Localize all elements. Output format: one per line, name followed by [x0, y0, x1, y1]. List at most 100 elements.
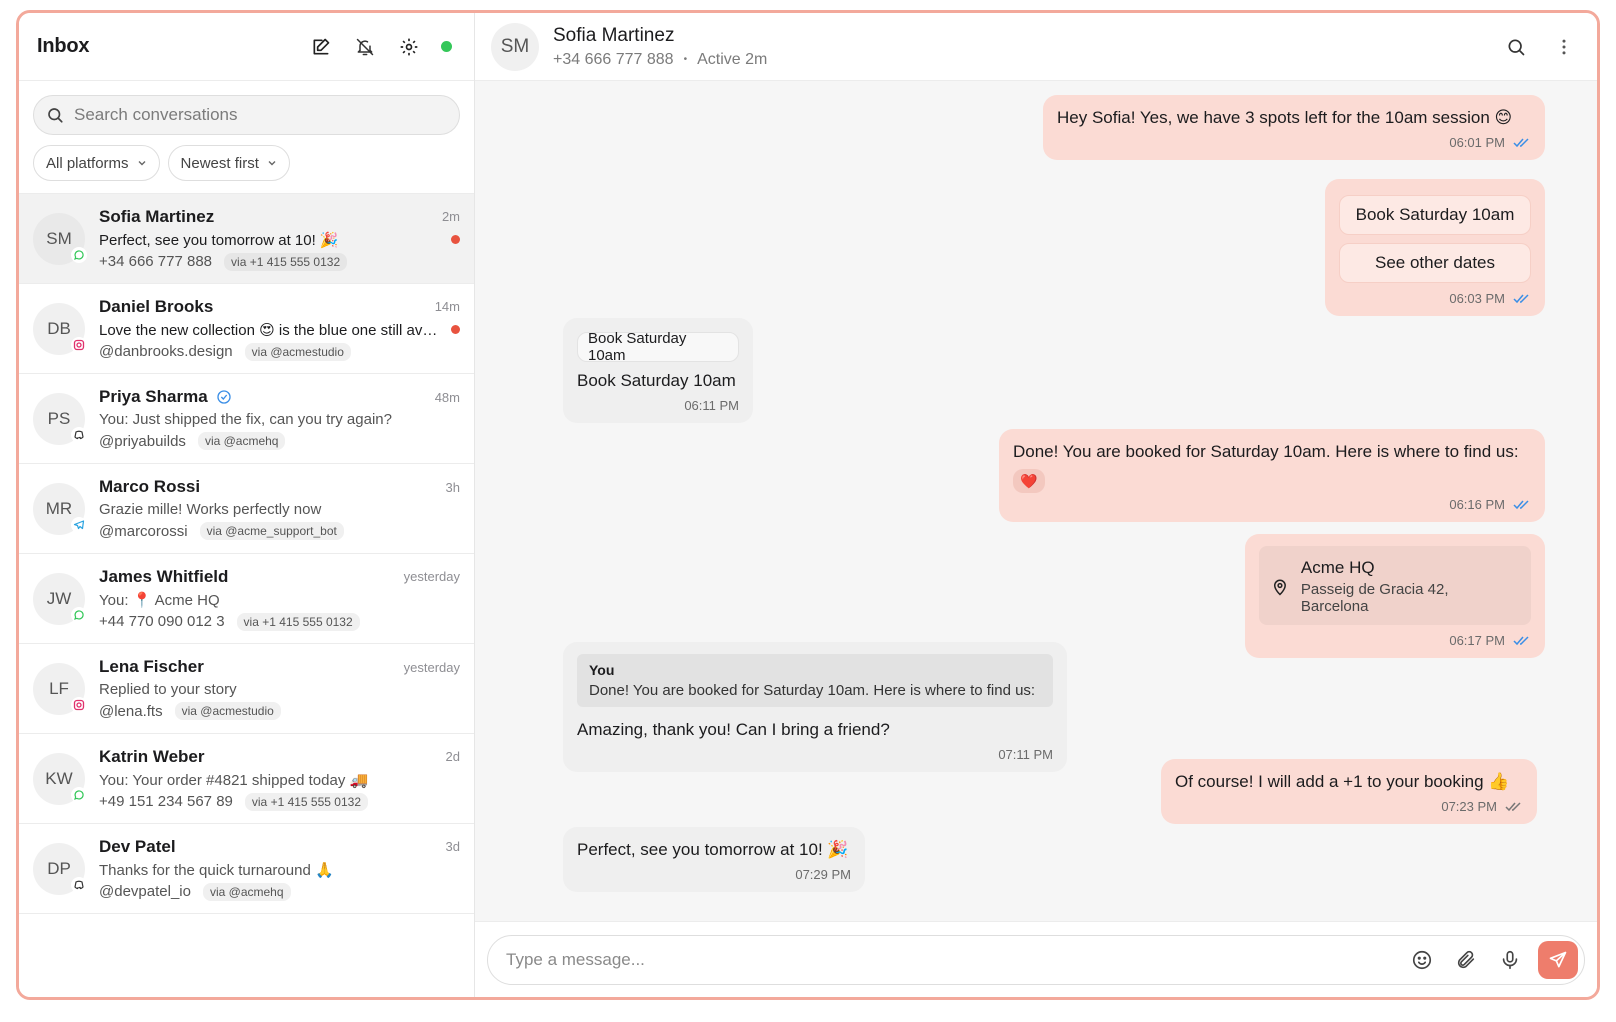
location-details: Acme HQ Passeig de Gracia 42, Barcelona: [1301, 558, 1519, 615]
whatsapp-icon: [71, 606, 87, 623]
contact-handle: @danbrooks.design: [99, 343, 233, 360]
message-preview: Love the new collection 😍 is the blue on…: [99, 321, 443, 339]
conversation-meta-row: @lena.fts via @acmestudio: [99, 702, 460, 720]
message-preview: Thanks for the quick turnaround 🙏: [99, 861, 334, 879]
message-meta: 06:17 PM: [1259, 633, 1531, 648]
separator-dot: •: [683, 54, 688, 65]
chevron-down-icon: [138, 161, 146, 166]
channel-badge: via +1 415 555 0132: [236, 612, 360, 631]
contact-handle: @devpatel_io: [99, 883, 191, 900]
conversation-item[interactable]: LF Lena Fischer yesterday Replied to your s…: [19, 644, 474, 734]
search-box[interactable]: [33, 95, 460, 135]
message-text: Done! You are booked for Saturday 10am. …: [1013, 442, 1519, 461]
contact-handle: +34 666 777 888: [99, 253, 213, 270]
conversation-item[interactable]: DP Dev Patel 3d Thanks for the quick turnar…: [19, 824, 474, 914]
message-thread: Hey Sofia! Yes, we have 3 spots left for…: [475, 81, 1597, 921]
chat-header: SM Sofia Martinez +34 666 777 888 • Acti…: [475, 13, 1597, 81]
contact-status: Active 2m: [697, 50, 768, 68]
avatar: DP: [33, 842, 87, 895]
compose-icon: [313, 38, 330, 55]
sort-dropdown[interactable]: Newest first: [167, 145, 290, 181]
search-chat-button[interactable]: [1501, 32, 1531, 62]
location-card[interactable]: Acme HQ Passeig de Gracia 42, Barcelona: [1259, 546, 1531, 625]
mute-notifications-button[interactable]: [351, 33, 379, 61]
conversation-item[interactable]: JW James Whitfield yesterday You: 📍 Acme HQ…: [19, 554, 474, 644]
message-outgoing-quick-replies: Book Saturday 10am See other dates 06:03…: [1325, 179, 1545, 316]
emoji-button[interactable]: [1406, 944, 1438, 976]
conversation-preview-row: Thanks for the quick turnaround 🙏: [99, 861, 460, 879]
message-input[interactable]: [506, 949, 1394, 970]
avatar: SM: [33, 212, 87, 265]
send-button[interactable]: [1538, 940, 1578, 979]
conversation-item[interactable]: KW Katrin Weber 2d You: Your order #4821 sh…: [19, 734, 474, 824]
attach-button[interactable]: [1450, 944, 1482, 976]
search-icon: [1508, 39, 1525, 55]
message-text: Amazing, thank you! Can I bring a friend…: [577, 720, 890, 739]
microphone-icon: [1502, 950, 1518, 969]
conversation-details: Daniel Brooks 14m Love the new collection …: [99, 297, 460, 361]
reply-quote-text: Done! You are booked for Saturday 10am. …: [589, 682, 1036, 699]
message-meta: 07:11 PM: [577, 747, 1053, 762]
platform-filter-dropdown[interactable]: All platforms: [33, 145, 160, 181]
reply-quote-author: You: [589, 662, 615, 678]
conversation-item[interactable]: MR Marco Rossi 3h Grazie mille! Works perfe…: [19, 464, 474, 554]
message-text: Of course! I will add a +1 to your booki…: [1175, 772, 1510, 791]
reply-quote[interactable]: You Done! You are booked for Saturday 10…: [577, 654, 1053, 707]
conversation-header: Priya Sharma 48m: [99, 387, 460, 407]
sort-label: Newest first: [180, 154, 259, 172]
settings-button[interactable]: [395, 33, 423, 61]
conversation-header: Daniel Brooks 14m: [99, 297, 460, 317]
conversation-meta-row: @danbrooks.design via @acmestudio: [99, 342, 460, 361]
message-incoming: Book Saturday 10am Book Saturday 10am 06…: [563, 318, 753, 423]
bell-off-icon: [356, 38, 374, 55]
message-outgoing: Done! You are booked for Saturday 10am. …: [999, 429, 1545, 522]
avatar: DB: [33, 302, 87, 355]
paperclip-icon: [1457, 950, 1475, 968]
composer-box[interactable]: [487, 934, 1585, 985]
message-meta: 06:03 PM: [1339, 291, 1531, 306]
avatar-initials: MR: [45, 498, 73, 518]
conversation-item[interactable]: PS Priya Sharma 48m You: Just shipped the f…: [19, 374, 474, 464]
search-input[interactable]: [74, 105, 447, 125]
message-preview: You: Just shipped the fix, can you try a…: [99, 411, 392, 428]
avatar: KW: [33, 752, 87, 805]
conversation-item[interactable]: SM Sofia Martinez 2m Perfect, see you tomor…: [19, 194, 474, 284]
conversation-time: 3d: [445, 839, 460, 854]
unread-indicator: [451, 325, 460, 334]
chat-panel: SM Sofia Martinez +34 666 777 888 • Acti…: [475, 13, 1597, 997]
read-receipt-icon: [1513, 499, 1531, 510]
unread-indicator: [451, 235, 460, 244]
message-meta: 07:23 PM: [1175, 799, 1523, 814]
instagram-icon: [71, 696, 87, 713]
message-preview: Perfect, see you tomorrow at 10! 🎉: [99, 231, 339, 249]
message-meta: 06:16 PM: [1013, 497, 1531, 512]
conversation-preview-row: You: 📍 Acme HQ: [99, 591, 460, 609]
message-time: 07:11 PM: [998, 747, 1053, 762]
channel-badge: via @acmestudio: [244, 342, 351, 361]
conversation-preview-row: Replied to your story: [99, 681, 460, 698]
avatar-initials: SM: [46, 228, 72, 248]
voice-button[interactable]: [1494, 944, 1526, 976]
conversation-item[interactable]: DB Daniel Brooks 14m Love the new collectio…: [19, 284, 474, 374]
sidebar-header: Inbox: [19, 13, 474, 81]
conversation-time: yesterday: [403, 659, 460, 675]
contact-avatar[interactable]: SM: [491, 22, 539, 71]
quick-reply-button[interactable]: See other dates: [1339, 243, 1531, 283]
conversation-time: 2m: [441, 209, 460, 224]
heart-reaction[interactable]: ❤️: [1013, 469, 1045, 493]
contact-name: Marco Rossi: [99, 477, 201, 496]
conversation-header: Sofia Martinez 2m: [99, 207, 460, 227]
avatar: JW: [33, 572, 87, 625]
conversation-time: yesterday: [403, 569, 460, 584]
compose-button[interactable]: [307, 33, 335, 61]
message-outgoing: Of course! I will add a +1 to your booki…: [1161, 759, 1537, 824]
inbox-title: Inbox: [37, 35, 90, 57]
more-options-button[interactable]: [1549, 32, 1579, 62]
location-address: Passeig de Gracia 42, Barcelona: [1300, 581, 1449, 615]
message-outgoing-location: Acme HQ Passeig de Gracia 42, Barcelona …: [1245, 534, 1545, 658]
quick-reply-button[interactable]: Book Saturday 10am: [1339, 195, 1531, 235]
message-preview: You: Your order #4821 shipped today 🚚: [99, 771, 369, 789]
message-preview: Replied to your story: [99, 681, 237, 698]
platform-filter-label: All platforms: [46, 154, 129, 172]
contact-name: Daniel Brooks: [99, 296, 214, 316]
